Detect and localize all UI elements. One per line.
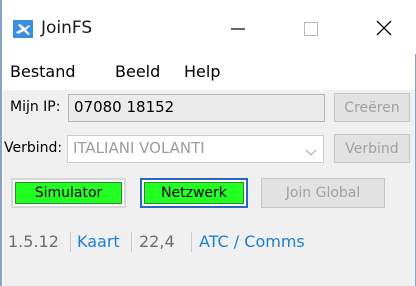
menu-bestand[interactable]: Bestand [10, 62, 76, 81]
my-ip-value: 07080 18152 [74, 98, 175, 116]
title-bar: JoinFS [1, 0, 416, 54]
simulator-button-label: Simulator [34, 185, 103, 201]
joinfs-app-icon [13, 20, 33, 38]
status-divider [191, 232, 192, 252]
main-panel: Mijn IP: 07080 18152 Creëren Verbind: IT… [3, 90, 415, 286]
simulator-button[interactable]: Simulator [11, 178, 126, 208]
connect-button-label: Verbind [345, 140, 399, 157]
connect-dropdown-value: ITALIANI VOLANTI [73, 139, 205, 157]
join-global-button[interactable]: Join Global [261, 178, 385, 208]
status-divider [131, 232, 132, 252]
minimize-icon [231, 21, 245, 40]
connect-label: Verbind: [4, 140, 63, 156]
chevron-down-icon [305, 143, 317, 161]
status-divider [70, 232, 71, 252]
app-window: JoinFS Bestand Beeld Help Mijn IP: 07080… [0, 0, 416, 286]
version-label: 1.5.12 [8, 232, 59, 251]
count-label: 22,4 [139, 232, 175, 251]
maximize-icon [304, 21, 318, 40]
map-link[interactable]: Kaart [77, 232, 120, 251]
simulator-indicator: Simulator [15, 182, 122, 204]
my-ip-field[interactable]: 07080 18152 [68, 94, 325, 122]
menu-bar: Bestand Beeld Help [1, 54, 416, 90]
menu-beeld[interactable]: Beeld [115, 62, 160, 81]
create-button[interactable]: Creëren [334, 93, 410, 122]
status-bar: 1.5.12 Kaart 22,4 ATC / Comms [3, 226, 415, 256]
close-button[interactable] [361, 10, 407, 50]
connect-button[interactable]: Verbind [334, 134, 410, 163]
maximize-button[interactable] [288, 10, 334, 50]
close-icon [376, 20, 392, 40]
connect-dropdown[interactable]: ITALIANI VOLANTI [67, 135, 324, 163]
network-indicator: Netzwerk [144, 182, 244, 204]
my-ip-label: Mijn IP: [10, 99, 61, 115]
join-global-button-label: Join Global [285, 185, 361, 201]
network-button[interactable]: Netzwerk [140, 178, 248, 208]
atc-comms-link[interactable]: ATC / Comms [199, 232, 305, 251]
minimize-button[interactable] [215, 10, 261, 50]
network-button-label: Netzwerk [161, 185, 227, 201]
window-title: JoinFS [41, 18, 93, 38]
menu-help[interactable]: Help [184, 62, 220, 81]
create-button-label: Creëren [344, 99, 400, 116]
